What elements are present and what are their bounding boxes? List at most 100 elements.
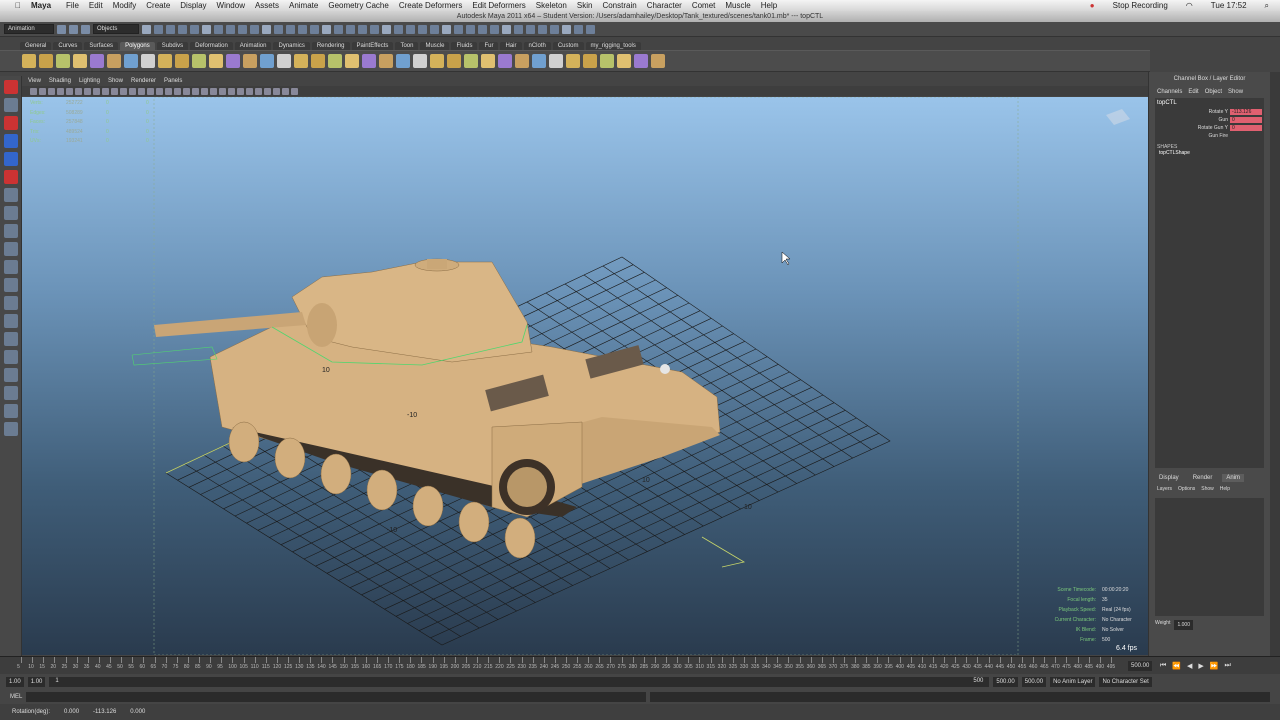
app-menu[interactable]: Maya xyxy=(26,1,56,10)
shelf-tool-icon[interactable] xyxy=(651,54,665,68)
panel-tool-icon[interactable] xyxy=(147,87,154,95)
side-tab-strip[interactable] xyxy=(1270,72,1280,656)
shelf-tool-icon[interactable] xyxy=(124,54,138,68)
panel-tool-icon[interactable] xyxy=(120,87,127,95)
shelf-tool-icon[interactable] xyxy=(90,54,104,68)
status-tool-icon[interactable] xyxy=(490,24,499,34)
shelf-tool-icon[interactable] xyxy=(447,54,461,68)
status-tool-icon[interactable] xyxy=(370,24,379,34)
status-tool-icon[interactable] xyxy=(286,24,295,34)
shelf-tab[interactable]: Polygons xyxy=(120,42,155,50)
shelf-tab[interactable]: Curves xyxy=(53,42,83,50)
status-tool-icon[interactable] xyxy=(346,24,355,34)
shelf-tab[interactable]: Muscle xyxy=(420,42,450,50)
shelf-tool-icon[interactable] xyxy=(583,54,597,68)
menu-constrain[interactable]: Constrain xyxy=(597,1,641,10)
shelf-tool-icon[interactable] xyxy=(413,54,427,68)
status-tool-icon[interactable] xyxy=(358,24,367,34)
shelf-tool-icon[interactable] xyxy=(192,54,206,68)
status-tool-icon[interactable] xyxy=(154,24,163,34)
panel-menu-renderer[interactable]: Renderer xyxy=(131,78,156,84)
status-tool-icon[interactable] xyxy=(214,24,223,34)
channel-value[interactable]: 0 xyxy=(1230,125,1262,131)
shelf-tool-icon[interactable] xyxy=(532,54,546,68)
layer-menu-item[interactable]: Options xyxy=(1178,486,1195,492)
status-tool-icon[interactable] xyxy=(430,24,439,34)
shelf-tool-icon[interactable] xyxy=(396,54,410,68)
channel-menu-object[interactable]: Object xyxy=(1205,89,1222,95)
panel-tool-icon[interactable] xyxy=(246,87,253,95)
status-tool-icon[interactable] xyxy=(526,24,535,34)
shelf-tool-icon[interactable] xyxy=(260,54,274,68)
status-tool-icon[interactable] xyxy=(334,24,343,34)
menu-create-deformers[interactable]: Create Deformers xyxy=(394,1,468,10)
panel-tool-icon[interactable] xyxy=(219,87,226,95)
shelf-tab[interactable]: Rendering xyxy=(311,42,350,50)
shelf-tool-icon[interactable] xyxy=(226,54,240,68)
status-tool-icon[interactable] xyxy=(394,24,403,34)
selected-object-name[interactable]: topCTL xyxy=(1155,98,1264,108)
channel-name[interactable]: Gun xyxy=(1155,117,1230,123)
menu-assets[interactable]: Assets xyxy=(250,1,284,10)
shape-name[interactable]: topCTLShape xyxy=(1155,150,1264,156)
panel-tool-icon[interactable] xyxy=(48,87,55,95)
character-set-dropdown[interactable]: No Character Set xyxy=(1099,677,1152,687)
channel-menu-edit[interactable]: Edit xyxy=(1188,89,1198,95)
toolbox-tool-icon[interactable] xyxy=(4,188,18,202)
shelf-tool-icon[interactable] xyxy=(566,54,580,68)
channel-row[interactable]: Rotate Y -113.126 xyxy=(1155,108,1264,116)
toolbox-tool-icon[interactable] xyxy=(4,170,18,184)
shelf-tab[interactable]: Animation xyxy=(234,42,272,50)
menu-create[interactable]: Create xyxy=(141,1,175,10)
channel-row[interactable]: Gun Fire xyxy=(1155,132,1264,140)
shelf-tool-icon[interactable] xyxy=(73,54,87,68)
toolbox-tool-icon[interactable] xyxy=(4,368,18,382)
command-input[interactable] xyxy=(26,692,647,702)
toolbox-tool-icon[interactable] xyxy=(4,278,18,292)
layer-tab[interactable]: Render xyxy=(1189,474,1217,482)
status-tool-icon[interactable] xyxy=(466,24,475,34)
panel-tool-icon[interactable] xyxy=(57,87,64,95)
shelf-tool-icon[interactable] xyxy=(481,54,495,68)
start-time-field[interactable]: 1.00 xyxy=(6,677,24,687)
shelf-tool-icon[interactable] xyxy=(464,54,478,68)
menu-display[interactable]: Display xyxy=(175,1,211,10)
status-tool-icon[interactable] xyxy=(202,24,211,34)
status-tool-icon[interactable] xyxy=(454,24,463,34)
status-tool-icon[interactable] xyxy=(406,24,415,34)
play-forward-icon[interactable]: ▶ xyxy=(1198,662,1203,670)
channel-value[interactable]: -113.126 xyxy=(1230,109,1262,115)
range-bar[interactable]: 1 500 xyxy=(49,677,990,687)
shelf-tab[interactable]: General xyxy=(20,42,52,50)
stop-recording[interactable]: Stop Recording xyxy=(1108,1,1173,10)
shelf-tool-icon[interactable] xyxy=(345,54,359,68)
panel-tool-icon[interactable] xyxy=(93,87,100,95)
channel-row[interactable]: Rotate Gun Y0 xyxy=(1155,124,1264,132)
layer-tab[interactable]: Anim xyxy=(1222,474,1245,482)
channel-name[interactable]: Gun Fire xyxy=(1155,133,1230,139)
toolbox-tool-icon[interactable] xyxy=(4,116,18,130)
shelf-tab[interactable]: Fur xyxy=(479,42,499,50)
channel-name[interactable]: Rotate Gun Y xyxy=(1155,125,1230,131)
status-tool-icon[interactable] xyxy=(478,24,487,34)
shelf-tool-icon[interactable] xyxy=(209,54,223,68)
shelf-tool-icon[interactable] xyxy=(158,54,172,68)
panel-tool-icon[interactable] xyxy=(183,87,190,95)
shelf-tool-icon[interactable] xyxy=(56,54,70,68)
selection-mode-dropdown[interactable]: Objects xyxy=(93,24,139,34)
menu-set-dropdown[interactable]: Animation xyxy=(4,24,54,34)
toolbox-tool-icon[interactable] xyxy=(4,134,18,148)
save-scene-icon[interactable] xyxy=(81,24,90,34)
layer-menu-item[interactable]: Layers xyxy=(1157,486,1172,492)
status-tool-icon[interactable] xyxy=(574,24,583,34)
status-tool-icon[interactable] xyxy=(178,24,187,34)
command-language[interactable]: MEL xyxy=(10,694,22,700)
shelf-tool-icon[interactable] xyxy=(600,54,614,68)
menu-skeleton[interactable]: Skeleton xyxy=(531,1,572,10)
shelf-tool-icon[interactable] xyxy=(311,54,325,68)
menu-edit[interactable]: Edit xyxy=(84,1,108,10)
anim-layer-dropdown[interactable]: No Anim Layer xyxy=(1050,677,1096,687)
shelf-tool-icon[interactable] xyxy=(549,54,563,68)
view-cube[interactable] xyxy=(1106,109,1130,125)
panel-tool-icon[interactable] xyxy=(228,87,235,95)
